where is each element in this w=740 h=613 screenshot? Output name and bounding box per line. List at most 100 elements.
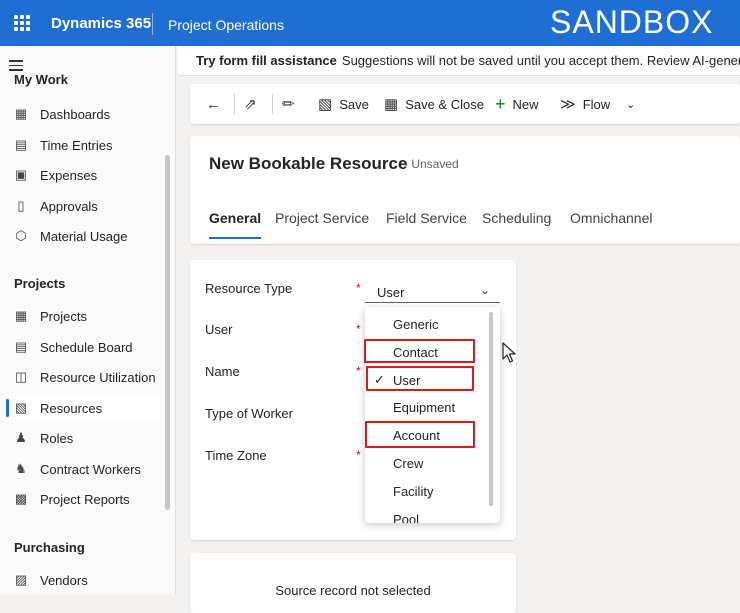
save-icon: ▧ bbox=[318, 96, 333, 113]
resource-type-value: User bbox=[377, 285, 405, 300]
sidebar-scrollbar[interactable] bbox=[165, 155, 170, 510]
tab-omnichannel[interactable]: Omnichannel bbox=[570, 210, 653, 226]
open-new-window-button[interactable]: ⇗ bbox=[244, 84, 264, 124]
sidebar-item-label: Resources bbox=[40, 400, 103, 416]
sidebar-item-label: Projects bbox=[40, 308, 87, 324]
document-check-icon: ▯ bbox=[17, 198, 25, 213]
sidebar-item-label: Expenses bbox=[40, 167, 98, 183]
new-button[interactable]: + New bbox=[495, 84, 539, 124]
section-purchasing: Purchasing bbox=[14, 540, 85, 555]
sidebar-item-time-entries[interactable]: ▤ Time Entries bbox=[6, 130, 160, 160]
save-button[interactable]: ▧ Save bbox=[318, 84, 369, 124]
sidebar-item-contract-workers[interactable]: ♞ Contract Workers bbox=[6, 454, 160, 484]
resource-type-select[interactable]: User ⌄ bbox=[365, 279, 500, 303]
sidebar-item-label: Material Usage bbox=[40, 228, 128, 244]
flow-icon: ≫ bbox=[560, 96, 576, 113]
sidebar-item-label: Roles bbox=[40, 430, 74, 446]
sidebar-item-material-usage[interactable]: ⬡ Material Usage bbox=[6, 221, 160, 251]
sidebar-item-expenses[interactable]: ▣ Expenses bbox=[6, 160, 160, 190]
option-equipment[interactable]: Equipment bbox=[365, 393, 490, 421]
required-indicator: * bbox=[356, 448, 361, 462]
tab-scheduling[interactable]: Scheduling bbox=[482, 210, 551, 226]
sidebar-item-resource-utilization[interactable]: ◫ Resource Utilization bbox=[6, 362, 160, 392]
save-close-label: Save & Close bbox=[405, 96, 484, 112]
record-title: New Bookable Resource bbox=[209, 154, 408, 173]
resource-icon: ▧ bbox=[14, 400, 28, 415]
back-button[interactable]: ← bbox=[206, 84, 228, 124]
new-label: New bbox=[512, 96, 539, 112]
app-launcher-icon[interactable] bbox=[14, 15, 30, 31]
sidebar-item-dashboards[interactable]: ▦ Dashboards bbox=[6, 99, 160, 129]
option-facility[interactable]: Facility bbox=[365, 477, 490, 505]
sidebar-item-label: Resource Utilization bbox=[40, 369, 156, 385]
sidebar-item-label: Time Entries bbox=[40, 137, 113, 153]
grid-icon: ▦ bbox=[14, 308, 28, 323]
chevron-down-icon: ⌄ bbox=[479, 283, 490, 297]
sidebar-item-label: Dashboards bbox=[40, 106, 111, 122]
record-header: New Bookable Resource - Unsaved General … bbox=[190, 136, 740, 244]
sidebar-item-roles[interactable]: ♟ Roles bbox=[6, 423, 160, 453]
calendar-grid-icon: ▤ bbox=[14, 339, 28, 354]
required-indicator: * bbox=[356, 281, 361, 295]
app-name[interactable]: Dynamics 365 bbox=[51, 15, 151, 32]
banner-text: Suggestions will not be saved until you … bbox=[341, 53, 740, 68]
banner-title: Try form fill assistance bbox=[196, 53, 337, 68]
divider bbox=[152, 13, 153, 35]
field-label-type-of-worker: Type of Worker bbox=[205, 406, 293, 421]
field-label-resource-type: Resource Type bbox=[205, 281, 293, 296]
tab-project-service[interactable]: Project Service bbox=[275, 210, 369, 226]
environment-label: SANDBOX bbox=[550, 4, 714, 40]
sidebar-item-schedule-board[interactable]: ▤ Schedule Board bbox=[6, 332, 160, 362]
expense-icon: ▣ bbox=[14, 167, 28, 182]
command-bar: ← ⇗ ✏ ▧ Save ▦ Save & Close + New ≫ Flow ⌄ bbox=[190, 84, 740, 124]
highlight-box-account bbox=[365, 421, 475, 448]
sidebar-item-label: Schedule Board bbox=[40, 339, 133, 355]
report-icon: ▩ bbox=[14, 491, 28, 506]
option-crew[interactable]: Crew bbox=[365, 449, 490, 477]
tab-field-service[interactable]: Field Service bbox=[386, 210, 467, 226]
save-close-button[interactable]: ▦ Save & Close bbox=[384, 84, 484, 124]
save-close-icon: ▦ bbox=[384, 96, 399, 113]
required-indicator: * bbox=[356, 364, 361, 378]
sidebar-item-label: Vendors bbox=[40, 572, 88, 588]
record-status: - Unsaved bbox=[404, 157, 459, 171]
option-generic[interactable]: Generic bbox=[365, 310, 490, 338]
field-label-time-zone: Time Zone bbox=[205, 448, 267, 463]
sidebar-item-label: Approvals bbox=[40, 198, 98, 214]
arrow-left-icon: ← bbox=[206, 95, 221, 113]
option-pool[interactable]: Pool bbox=[365, 505, 490, 524]
mouse-pointer-icon bbox=[502, 342, 516, 363]
plus-icon: + bbox=[495, 93, 506, 114]
calendar-icon: ▤ bbox=[14, 137, 28, 152]
field-label-user: User bbox=[205, 322, 233, 337]
sidebar-item-resources[interactable]: ▧ Resources bbox=[6, 393, 160, 423]
people-icon: ♟ bbox=[15, 430, 27, 445]
required-indicator: * bbox=[356, 322, 361, 336]
form-fill-button[interactable]: ✏ bbox=[282, 84, 302, 124]
dashboard-icon: ▦ bbox=[14, 106, 28, 121]
section-my-work: My Work bbox=[14, 74, 68, 87]
top-bar: Dynamics 365 Project Operations SANDBOX bbox=[0, 0, 740, 46]
cube-icon: ⬡ bbox=[15, 228, 27, 243]
source-record-text: Source record not selected bbox=[275, 583, 431, 598]
open-window-icon: ⇗ bbox=[244, 96, 257, 113]
flow-button[interactable]: ≫ Flow ⌄ bbox=[560, 84, 635, 124]
form-fill-banner: Try form fill assistance Suggestions wil… bbox=[178, 46, 740, 76]
vendor-icon: ▨ bbox=[14, 572, 28, 587]
highlight-box-contact bbox=[364, 339, 475, 363]
chevron-down-icon: ⌄ bbox=[626, 98, 636, 111]
divider bbox=[234, 94, 235, 114]
dropdown-scrollbar[interactable] bbox=[489, 312, 493, 506]
sidebar-item-project-reports[interactable]: ▩ Project Reports bbox=[6, 484, 160, 514]
chart-person-icon: ◫ bbox=[14, 369, 28, 384]
section-projects: Projects bbox=[14, 276, 66, 291]
tab-general[interactable]: General bbox=[209, 210, 262, 239]
sidebar-item-vendors[interactable]: ▨ Vendors bbox=[6, 565, 160, 595]
highlight-box-user bbox=[366, 366, 474, 391]
sidebar-item-approvals[interactable]: ▯ Approvals bbox=[6, 191, 160, 221]
sidebar-item-projects[interactable]: ▦ Projects bbox=[6, 301, 160, 331]
area-name[interactable]: Project Operations bbox=[168, 17, 284, 33]
hamburger-menu-icon[interactable] bbox=[9, 60, 23, 71]
form-fill-icon: ✏ bbox=[282, 96, 295, 113]
source-record-card: Source record not selected bbox=[190, 553, 516, 613]
